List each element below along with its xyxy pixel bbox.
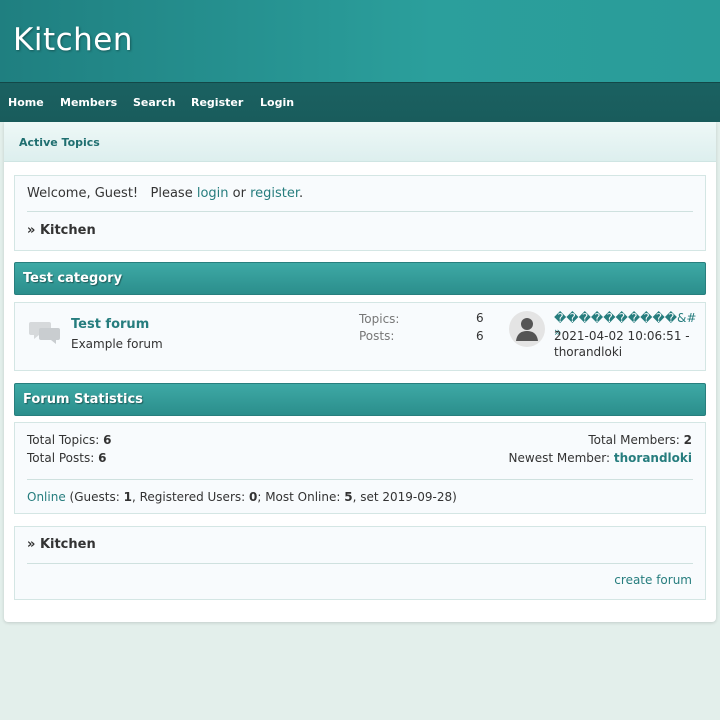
create-forum-link[interactable]: create forum — [614, 573, 692, 587]
last-post-date: 2021-04-02 10:06:51 - — [554, 329, 690, 343]
online-date: , set 2019-09-28) — [352, 490, 457, 504]
online-most-value: 5 — [344, 490, 353, 504]
last-post-user[interactable]: thorandloki — [554, 345, 622, 359]
active-topics-link[interactable]: Active Topics — [19, 136, 100, 149]
posts-label: Posts: — [359, 329, 395, 343]
newest-member: Newest Member: thorandloki — [509, 451, 692, 465]
newest-member-label: Newest Member: — [508, 451, 614, 465]
forum-row: Test forum Example forum Topics: 6 Posts… — [14, 302, 706, 371]
breadcrumb-arrow: » — [27, 223, 36, 238]
welcome-suffix: . — [299, 186, 304, 201]
nav-register[interactable]: Register — [191, 96, 243, 109]
footer-divider — [27, 563, 693, 564]
footer-breadcrumb-kitchen[interactable]: Kitchen — [40, 537, 96, 552]
statistics-box: Total Topics: 6 Total Posts: 6 Total Mem… — [14, 422, 706, 514]
nav-members[interactable]: Members — [60, 96, 117, 109]
total-posts-label: Total Posts: — [27, 451, 99, 465]
statistics-divider — [27, 479, 693, 480]
breadcrumb: » Kitchen — [27, 223, 96, 238]
footer-breadcrumb-arrow: » — [27, 537, 36, 552]
total-members-value: 2 — [683, 433, 692, 447]
welcome-prefix: Welcome, Guest! Please — [27, 186, 197, 201]
total-members-label: Total Members: — [588, 433, 684, 447]
total-topics-label: Total Topics: — [27, 433, 104, 447]
avatar-icon[interactable] — [509, 311, 545, 347]
total-posts: Total Posts: 6 — [27, 451, 106, 465]
category-title[interactable]: Test category — [23, 271, 122, 286]
online-guests-label: (Guests: — [65, 490, 124, 504]
site-title[interactable]: Kitchen — [13, 22, 133, 58]
posts-count: 6 — [476, 329, 484, 343]
breadcrumb-kitchen[interactable]: Kitchen — [40, 223, 96, 238]
register-link[interactable]: register — [250, 186, 299, 201]
statistics-header: Forum Statistics — [14, 383, 706, 416]
total-topics: Total Topics: 6 — [27, 433, 112, 447]
login-link[interactable]: login — [197, 186, 229, 201]
topics-label: Topics: — [359, 312, 400, 326]
nav-home[interactable]: Home — [8, 96, 44, 109]
statistics-title: Forum Statistics — [23, 392, 143, 407]
forum-description: Example forum — [71, 337, 163, 351]
online-info: Online (Guests: 1, Registered Users: 0; … — [27, 490, 457, 504]
welcome-or: or — [228, 186, 251, 201]
welcome-divider — [27, 211, 693, 212]
footer-breadcrumb: » Kitchen — [27, 537, 96, 552]
forum-name-link[interactable]: Test forum — [71, 317, 149, 332]
welcome-message: Welcome, Guest! Please login or register… — [27, 186, 303, 201]
online-link[interactable]: Online — [27, 490, 66, 504]
total-members: Total Members: 2 — [588, 433, 692, 447]
topics-count: 6 — [476, 311, 484, 325]
forum-chat-icon — [29, 319, 61, 349]
total-topics-value: 6 — [103, 433, 112, 447]
footer-box: » Kitchen create forum — [14, 526, 706, 600]
newest-member-link[interactable]: thorandloki — [614, 451, 692, 465]
site-header: Kitchen — [0, 0, 720, 82]
total-posts-value: 6 — [98, 451, 107, 465]
nav-login[interactable]: Login — [260, 96, 294, 109]
online-guests-value: 1 — [123, 490, 132, 504]
online-most-label: ; Most Online: — [257, 490, 345, 504]
nav-search[interactable]: Search — [133, 96, 176, 109]
online-registered-label: , Registered Users: — [131, 490, 249, 504]
welcome-box: Welcome, Guest! Please login or register… — [14, 175, 706, 251]
category-header: Test category — [14, 262, 706, 295]
main-navbar: Home Members Search Register Login — [0, 82, 720, 122]
subnav: Active Topics — [4, 122, 716, 162]
main-container: Active Topics Welcome, Guest! Please log… — [4, 122, 716, 622]
